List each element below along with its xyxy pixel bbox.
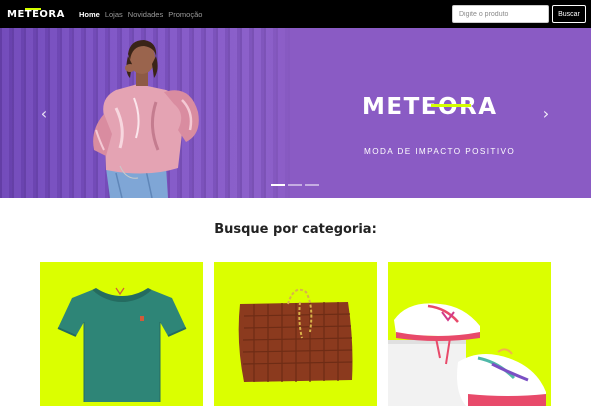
nav-link-lojas[interactable]: Lojas (105, 10, 123, 19)
chevron-left-icon: ‹ (40, 103, 48, 123)
section-title: Busque por categoria: (214, 222, 377, 237)
category-card-sneakers[interactable] (388, 262, 551, 406)
carousel-indicator-3[interactable] (305, 184, 319, 186)
nav-link-home[interactable]: Home (79, 10, 100, 19)
brand-name: METEORA (7, 8, 65, 20)
carousel-next-button[interactable]: › (538, 103, 554, 123)
sneakers-icon (388, 303, 546, 406)
brand-logo[interactable]: METEORA (7, 8, 65, 20)
nav-link-promocao[interactable]: Promoção (168, 10, 202, 19)
hero-model-image (93, 40, 199, 198)
hero-logo: METEORA (362, 92, 526, 122)
carousel-indicator-1[interactable] (271, 184, 285, 186)
hero-carousel: ‹ › METEORA MODA DE IMPACTO POSITIVO (0, 28, 591, 198)
tshirt-icon (57, 287, 187, 402)
search-input[interactable] (452, 5, 549, 23)
search-button[interactable]: Buscar (552, 5, 586, 23)
carousel-indicator-2[interactable] (288, 184, 302, 186)
hero-tagline: MODA DE IMPACTO POSITIVO (364, 147, 516, 156)
carousel-prev-button[interactable]: ‹ (36, 103, 52, 123)
carousel-indicators (271, 184, 319, 186)
hero-logo-text: METEORA (362, 94, 498, 120)
brand-accent-bar (25, 8, 41, 10)
hero-logo-accent-bar (431, 104, 471, 107)
category-cards (40, 262, 551, 406)
chevron-right-icon: › (542, 103, 550, 123)
navbar: METEORA Home Lojas Novidades Promoção Bu… (0, 0, 591, 28)
handbag-icon (238, 288, 353, 382)
hero-fade (260, 28, 300, 198)
category-card-bag[interactable] (214, 262, 377, 406)
category-card-tshirt[interactable] (40, 262, 203, 406)
nav-link-novidades[interactable]: Novidades (128, 10, 163, 19)
nav-links: Home Lojas Novidades Promoção (79, 0, 202, 28)
